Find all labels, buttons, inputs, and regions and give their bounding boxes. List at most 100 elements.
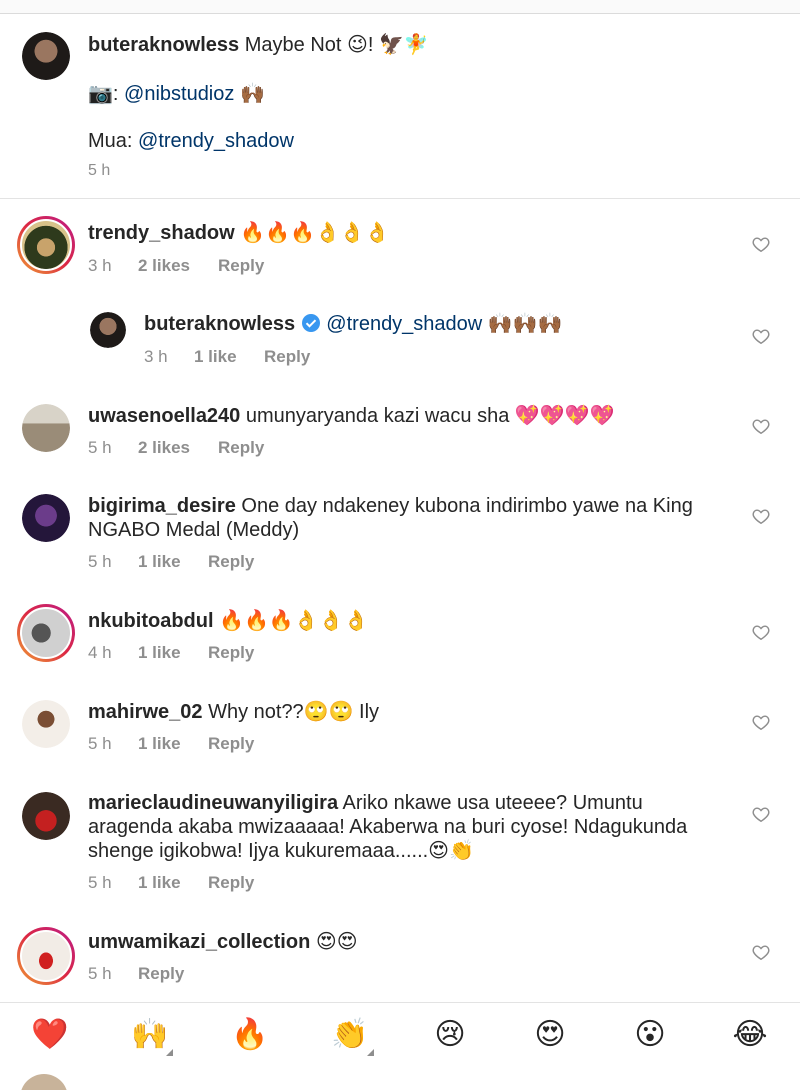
heart-emoji-icon[interactable]: ❤️ [30,1017,70,1053]
heart-eyes-emoji-icon[interactable]: 😍 [530,1017,570,1053]
comment-body: Why not??🙄🙄 Ily [208,701,380,723]
comment-body-continued: NGABO Medal (Meddy) [88,519,300,541]
avatar[interactable] [22,700,70,748]
comment-text: marieclaudineuwanyiligira Ariko nkawe us… [88,791,687,863]
comment-body: 😍😍 [315,931,358,953]
heart-icon[interactable] [752,508,770,524]
comment-username[interactable]: uwasenoella240 [88,405,240,427]
comment-text: buteraknowless @trendy_shadow 🙌🏾🙌🏾🙌🏾 [144,312,563,336]
likes-count[interactable]: 2 likes [138,256,218,276]
surprised-emoji-icon[interactable]: 😮 [630,1017,670,1053]
comment-meta: 4 h 1 like Reply [88,643,254,663]
avatar[interactable] [22,792,70,840]
comment-text: mahirwe_02 Why not??🙄🙄 Ily [88,700,379,724]
comment-body-continued: shenge igikobwa! Ijya kukuremaaa......😍👏 [88,840,474,862]
comment-body: 🔥🔥🔥👌👌👌 [240,222,390,244]
comment-timestamp: 5 h [88,964,112,983]
post-caption: buteraknowless Maybe Not 😉! 🦅🧚 📷: @nibst… [0,14,800,199]
mua-credit-line: Mua: @trendy_shadow [88,128,294,154]
mua-label: Mua: [88,130,139,152]
reply-button[interactable]: Reply [218,438,264,458]
comment-text: trendy_shadow 🔥🔥🔥👌👌👌 [88,221,390,245]
skin-tone-indicator-icon [367,1049,374,1056]
comment-username[interactable]: bigirima_desire [88,495,236,517]
clapping-emoji-icon[interactable]: 👏 [330,1017,370,1053]
mention-link[interactable]: @trendy_shadow [138,130,294,152]
comment-meta: 3 h 2 likes Reply [88,256,264,276]
mention-link[interactable]: @trendy_shadow [326,313,482,335]
reply-button[interactable]: Reply [208,873,254,893]
comment-body: 🔥🔥🔥👌👌👌 [219,610,369,632]
reply-button[interactable]: Reply [138,964,184,984]
reply-button[interactable]: Reply [208,552,254,572]
heart-icon[interactable] [752,806,770,822]
caption-line: buteraknowless Maybe Not 😉! 🦅🧚 [88,32,429,58]
raised-hands-emoji-icon[interactable]: 🙌 [130,1017,170,1053]
comment-item: umwamikazi_collection 😍😍 5 h Reply [0,918,800,998]
avatar[interactable] [90,312,126,348]
comment-item: mahirwe_02 Why not??🙄🙄 Ily 5 h 1 like Re… [0,690,800,770]
verified-badge-icon [301,314,320,332]
avatar[interactable] [17,927,75,985]
comment-timestamp: 3 h [88,256,112,275]
avatar[interactable] [22,494,70,542]
comment-username[interactable]: marieclaudineuwanyiligira [88,792,338,814]
comment-meta: 5 h 1 like Reply [88,734,254,754]
comment-timestamp: 5 h [88,734,112,753]
comment-timestamp: 4 h [88,643,112,662]
comment-meta: 3 h 1 like Reply [144,347,310,367]
emoji-reaction-bar: ❤️ 🙌 🔥 👏 😢 😍 😮 😂 [0,1002,800,1066]
caption-timestamp: 5 h [88,162,111,179]
comment-meta: 5 h 1 like Reply [88,552,254,572]
likes-count[interactable]: 1 like [138,873,208,893]
heart-icon[interactable] [752,236,770,252]
avatar[interactable] [20,1074,68,1090]
avatar[interactable] [17,216,75,274]
comment-item: trendy_shadow 🔥🔥🔥👌👌👌 3 h 2 likes Reply [0,200,800,290]
comment-timestamp: 5 h [88,552,112,571]
laughing-emoji-icon[interactable]: 😂 [730,1017,770,1053]
comment-username[interactable]: umwamikazi_collection [88,931,310,953]
likes-count[interactable]: 1 like [194,347,264,367]
likes-count[interactable]: 2 likes [138,438,218,458]
crying-emoji-icon[interactable]: 😢 [430,1017,470,1053]
reply-button[interactable]: Reply [208,643,254,663]
heart-icon[interactable] [752,944,770,960]
caption-text: Maybe Not 😉! 🦅🧚 [244,34,429,56]
comment-text: uwasenoella240 umunyaryanda kazi wacu sh… [88,404,615,428]
comment-body: 🙌🏾🙌🏾🙌🏾 [482,313,563,335]
reply-button[interactable]: Reply [208,734,254,754]
heart-icon[interactable] [752,328,770,344]
comment-username[interactable]: buteraknowless [144,313,295,335]
avatar[interactable] [22,32,70,80]
comment-timestamp: 5 h [88,873,112,892]
comment-meta: 5 h Reply [88,964,184,984]
reply-button[interactable]: Reply [264,347,310,367]
comment-body-continued: aragenda akaba mwizaaaaa! Akaberwa na bu… [88,816,688,838]
heart-icon[interactable] [752,624,770,640]
comment-item: bigirima_desire One day ndakeney kubona … [0,482,800,582]
reply-button[interactable]: Reply [218,256,264,276]
likes-count[interactable]: 1 like [138,734,208,754]
fire-emoji-icon[interactable]: 🔥 [230,1017,270,1053]
heart-icon[interactable] [752,418,770,434]
comment-username[interactable]: trendy_shadow [88,222,235,244]
comment-body: One day ndakeney kubona indirimbo yawe n… [241,495,693,517]
comment-username[interactable]: mahirwe_02 [88,701,203,723]
avatar[interactable] [17,604,75,662]
avatar[interactable] [22,404,70,452]
reply-comment-item: buteraknowless @trendy_shadow 🙌🏾🙌🏾🙌🏾 3 h… [0,298,800,382]
comment-item: nkubitoabdul 🔥🔥🔥👌👌👌 4 h 1 like Reply [0,592,800,672]
comment-item: uwasenoella240 umunyaryanda kazi wacu sh… [0,392,800,472]
likes-count[interactable]: 1 like [138,552,208,572]
comment-body: umunyaryanda kazi wacu sha 💖💖💖💖 [245,405,615,427]
heart-icon[interactable] [752,714,770,730]
comment-meta: 5 h 2 likes Reply [88,438,264,458]
comment-username[interactable]: nkubitoabdul [88,610,214,632]
comment-text: nkubitoabdul 🔥🔥🔥👌👌👌 [88,609,369,633]
mention-link[interactable]: @nibstudioz [124,83,234,105]
comment-timestamp: 5 h [88,438,112,457]
caption-username[interactable]: buteraknowless [88,34,239,56]
likes-count[interactable]: 1 like [138,643,208,663]
comment-timestamp: 3 h [144,347,168,366]
